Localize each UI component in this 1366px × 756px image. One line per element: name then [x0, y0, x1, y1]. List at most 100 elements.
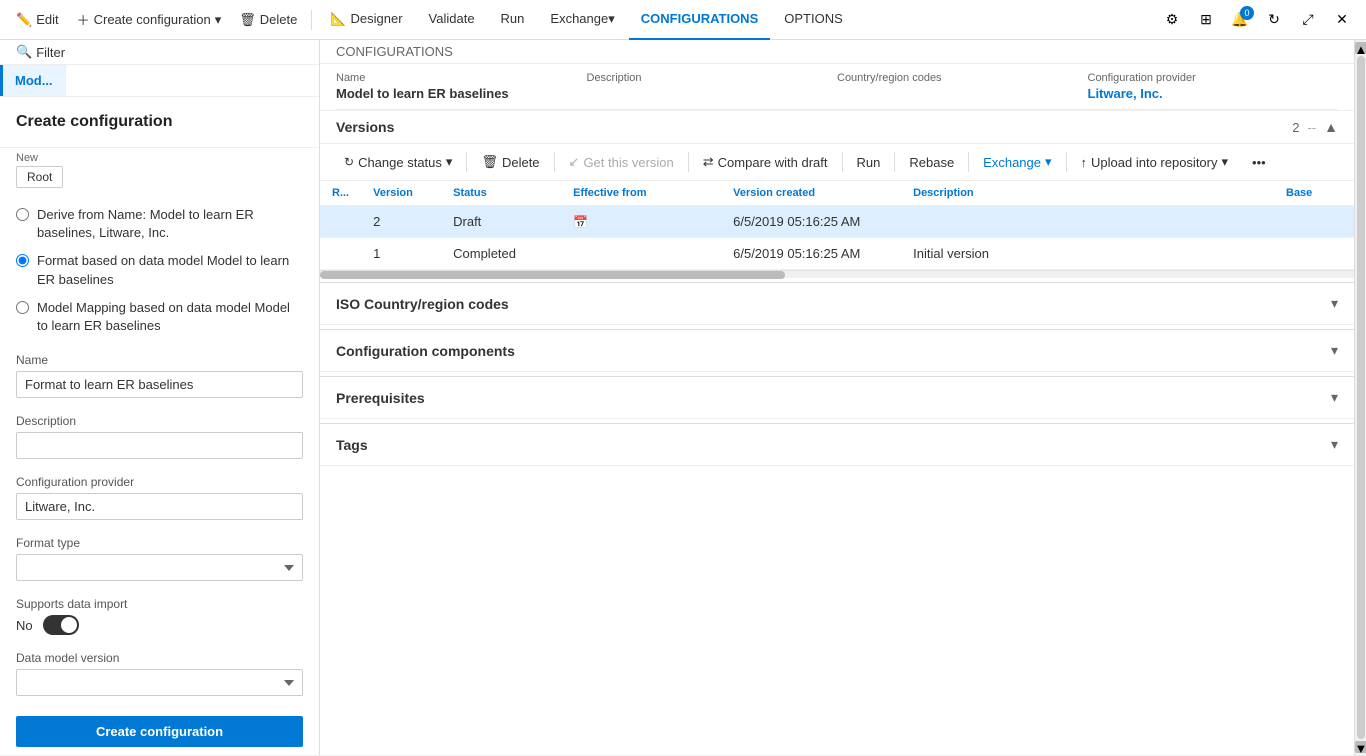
upload-label: Upload into repository	[1091, 155, 1217, 170]
exchange-tab[interactable]: Exchange ▾	[538, 0, 626, 40]
left-nav: Mod...	[0, 65, 319, 97]
mapping-label[interactable]: Model Mapping based on data model Model …	[37, 299, 303, 335]
maximize-button[interactable]: ⤢	[1292, 4, 1324, 36]
description-cell	[901, 206, 1274, 238]
components-accordion: Configuration components ▾	[320, 329, 1354, 372]
scroll-down-button[interactable]: ▼	[1355, 741, 1366, 753]
create-config-title: Create configuration	[16, 113, 303, 131]
r-cell	[320, 238, 361, 270]
exchange-version-button[interactable]: Exchange ▾	[975, 150, 1059, 174]
create-config-button-submit[interactable]: Create configuration	[16, 716, 303, 747]
office-icon-button[interactable]: ⊞	[1190, 4, 1222, 36]
tags-accordion: Tags ▾	[320, 423, 1354, 466]
name-input[interactable]	[16, 371, 303, 398]
rebase-button[interactable]: Rebase	[901, 151, 962, 174]
components-accordion-header[interactable]: Configuration components ▾	[320, 330, 1354, 372]
vertical-scrollbar[interactable]: ▲ ▼	[1354, 40, 1366, 755]
format-radio[interactable]	[16, 254, 29, 267]
description-col: Description	[587, 72, 838, 101]
status-cell: Draft	[441, 206, 561, 238]
versions-collapse-button[interactable]: ▲	[1324, 119, 1338, 135]
versions-toolbar: ↻ Change status ▾ 🗑 Delete ↙ Get this ve…	[320, 144, 1354, 181]
validate-tab[interactable]: Validate	[417, 0, 487, 40]
tags-accordion-header[interactable]: Tags ▾	[320, 424, 1354, 466]
tags-chevron-icon: ▾	[1331, 436, 1338, 453]
versions-count: 2	[1292, 120, 1299, 135]
settings-icon-button[interactable]: ⚙	[1156, 4, 1188, 36]
calendar-icon[interactable]: 📅	[573, 215, 588, 229]
derive-radio[interactable]	[16, 208, 29, 221]
options-tab[interactable]: OPTIONS	[772, 0, 855, 40]
description-input[interactable]	[16, 432, 303, 459]
run-tab[interactable]: Run	[489, 0, 537, 40]
edit-button[interactable]: ✏️ Edit	[8, 8, 67, 32]
left-nav-item[interactable]: Mod...	[0, 65, 66, 96]
filter-bar: 🔍 Filter	[0, 40, 319, 65]
iso-accordion-header[interactable]: ISO Country/region codes ▾	[320, 283, 1354, 325]
provider-meta-value[interactable]: Litware, Inc.	[1088, 86, 1339, 101]
col-created-header: Version created	[721, 181, 901, 206]
create-config-header: Create configuration	[0, 101, 319, 148]
root-button[interactable]: Root	[16, 166, 63, 188]
refresh-button[interactable]: ↻	[1258, 4, 1290, 36]
nav-divider-1	[311, 10, 312, 30]
prerequisites-accordion-header[interactable]: Prerequisites ▾	[320, 377, 1354, 419]
top-navbar: ✏️ Edit ＋ Create configuration ▾ 🗑 Delet…	[0, 0, 1366, 40]
create-config-button[interactable]: ＋ Create configuration ▾	[69, 6, 230, 33]
designer-icon: 📐	[330, 11, 346, 27]
exchange-version-label: Exchange	[983, 155, 1041, 170]
format-label[interactable]: Format based on data model Model to lear…	[37, 252, 303, 288]
format-type-select[interactable]	[16, 554, 303, 581]
get-this-version-button[interactable]: ↙ Get this version	[561, 150, 682, 174]
derive-label[interactable]: Derive from Name: Model to learn ER base…	[37, 206, 303, 242]
tags-title: Tags	[336, 437, 368, 453]
compare-icon: ⇄	[703, 154, 714, 170]
filter-button[interactable]: 🔍 Filter	[8, 40, 73, 64]
table-row[interactable]: 2Draft 📅 6/5/2019 05:16:25 AM	[320, 206, 1354, 238]
scroll-up-button[interactable]: ▲	[1355, 42, 1366, 54]
change-status-icon: ↻	[344, 155, 354, 169]
provider-col: Configuration provider Litware, Inc.	[1088, 72, 1339, 101]
effective-cell	[561, 238, 721, 270]
upload-repository-button[interactable]: ↑ Upload into repository ▾	[1073, 150, 1237, 174]
get-version-label: Get this version	[583, 155, 673, 170]
provider-meta-label: Configuration provider	[1088, 72, 1339, 84]
compare-label: Compare with draft	[718, 155, 828, 170]
create-config-label: Create configuration	[94, 12, 211, 27]
compare-draft-button[interactable]: ⇄ Compare with draft	[695, 150, 836, 174]
versions-delete-button[interactable]: 🗑 Delete	[473, 150, 547, 174]
version-cell: 2	[361, 206, 441, 238]
format-type-section: Format type	[0, 528, 319, 589]
breadcrumb: CONFIGURATIONS	[320, 40, 1354, 64]
data-model-version-label: Data model version	[16, 651, 303, 665]
created-cell: 6/5/2019 05:16:25 AM	[721, 206, 901, 238]
horizontal-scrollbar[interactable]	[320, 270, 1354, 278]
name-field-section: Name	[0, 345, 319, 406]
exchange-chevron-icon: ▾	[608, 11, 615, 27]
close-button[interactable]: ✕	[1326, 4, 1358, 36]
delete-label: Delete	[260, 12, 298, 27]
configurations-tab[interactable]: CONFIGURATIONS	[629, 0, 770, 40]
rebase-label: Rebase	[909, 155, 954, 170]
edit-label: Edit	[36, 12, 58, 27]
col-description-header: Description	[901, 181, 1274, 206]
table-row[interactable]: 1Completed6/5/2019 05:16:25 AMInitial ve…	[320, 238, 1354, 270]
data-model-version-select[interactable]	[16, 669, 303, 696]
created-cell: 6/5/2019 05:16:25 AM	[721, 238, 901, 270]
exchange-label: Exchange	[550, 11, 608, 26]
mapping-radio[interactable]	[16, 301, 29, 314]
name-meta-value: Model to learn ER baselines	[336, 86, 587, 101]
name-col: Name Model to learn ER baselines	[336, 72, 587, 101]
delete-button[interactable]: 🗑 Delete	[231, 8, 305, 32]
config-detail-header: Name Model to learn ER baselines Descrip…	[320, 64, 1354, 111]
supports-import-section: Supports data import No	[0, 589, 319, 643]
iso-title: ISO Country/region codes	[336, 296, 509, 312]
run-version-button[interactable]: Run	[849, 151, 889, 174]
more-options-button[interactable]: •••	[1244, 151, 1274, 174]
change-status-button[interactable]: ↻ Change status ▾	[336, 150, 460, 174]
designer-tab[interactable]: 📐 Designer	[318, 0, 414, 40]
supports-import-toggle[interactable]	[43, 615, 79, 635]
desc-meta-label: Description	[587, 72, 838, 84]
config-provider-input[interactable]	[16, 493, 303, 520]
scrollbar-track	[1357, 56, 1365, 739]
